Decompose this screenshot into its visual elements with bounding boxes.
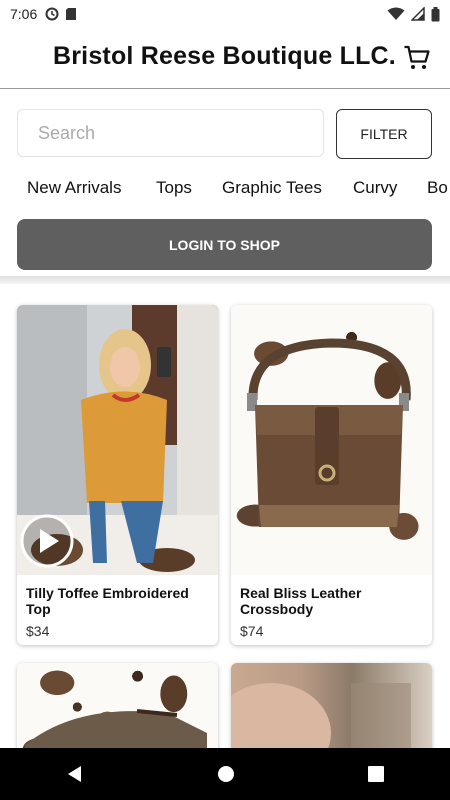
tab-graphic-tees[interactable]: Graphic Tees: [222, 178, 322, 198]
status-bar: 7:06: [0, 0, 450, 28]
login-to-shop-button[interactable]: LOGIN TO SHOP: [17, 219, 432, 270]
product-card[interactable]: Tilly Toffee Embroidered Top $34: [17, 305, 218, 645]
play-icon[interactable]: [19, 513, 75, 569]
cart-icon[interactable]: [403, 44, 431, 72]
recents-icon[interactable]: [367, 766, 384, 782]
data-saver-icon: [45, 7, 59, 21]
section-divider: [0, 276, 450, 284]
signal-icon: [411, 7, 425, 21]
product-title[interactable]: Real Bliss Leather Crossbody: [240, 585, 423, 617]
brand-title: Bristol Reese Boutique LLC.: [53, 42, 396, 70]
tab-tops[interactable]: Tops: [156, 178, 192, 198]
tab-new-arrivals[interactable]: New Arrivals: [27, 178, 121, 198]
product-card[interactable]: Real Bliss Leather Crossbody $74: [231, 305, 432, 645]
product-image[interactable]: [231, 305, 432, 575]
tab-bo[interactable]: Bo: [427, 178, 448, 198]
leather-bag-photo: [247, 338, 411, 527]
home-icon[interactable]: [217, 765, 235, 783]
back-icon[interactable]: [66, 765, 84, 783]
sd-card-icon: [66, 8, 77, 20]
product-price: $74: [240, 623, 264, 639]
tab-curvy[interactable]: Curvy: [353, 178, 397, 198]
search-placeholder: Search: [38, 122, 96, 143]
filter-button[interactable]: FILTER: [336, 109, 432, 159]
category-tabs: New Arrivals Tops Graphic Tees Curvy Bo: [0, 175, 450, 203]
search-input[interactable]: Search: [17, 109, 324, 157]
product-image[interactable]: [17, 305, 218, 575]
app-header: Bristol Reese Boutique LLC.: [0, 28, 450, 89]
status-time: 7:06: [10, 6, 38, 22]
wifi-icon: [387, 7, 405, 20]
product-price: $34: [26, 623, 50, 639]
system-nav-bar: [0, 748, 450, 800]
product-title[interactable]: Tilly Toffee Embroidered Top: [26, 585, 209, 617]
battery-icon: [431, 6, 440, 21]
